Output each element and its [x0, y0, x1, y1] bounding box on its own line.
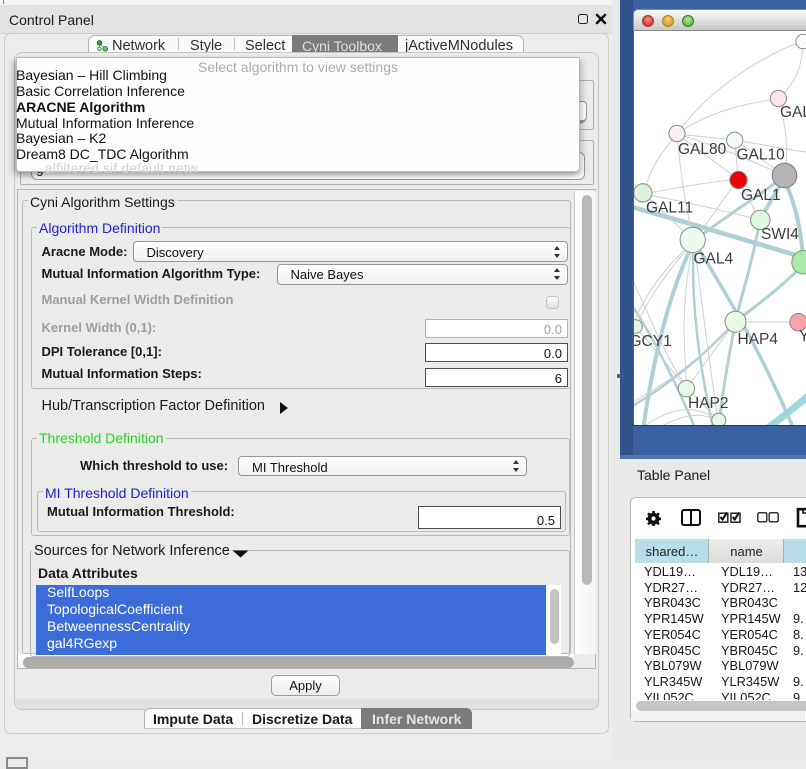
svg-text:HAP2: HAP2 — [688, 395, 729, 412]
svg-text:YM: YM — [799, 328, 806, 345]
svg-text:SWI4: SWI4 — [761, 226, 799, 243]
svg-text:GAL10: GAL10 — [737, 147, 786, 164]
svg-text:HAP4: HAP4 — [738, 331, 779, 348]
svg-text:GAL11: GAL11 — [646, 200, 693, 217]
svg-text:GAL4: GAL4 — [694, 251, 734, 268]
svg-text:GAL1: GAL1 — [741, 187, 781, 204]
svg-text:GAL7: GAL7 — [780, 104, 806, 121]
svg-text:GAL80: GAL80 — [678, 141, 727, 158]
svg-text:GCY1: GCY1 — [634, 333, 672, 350]
